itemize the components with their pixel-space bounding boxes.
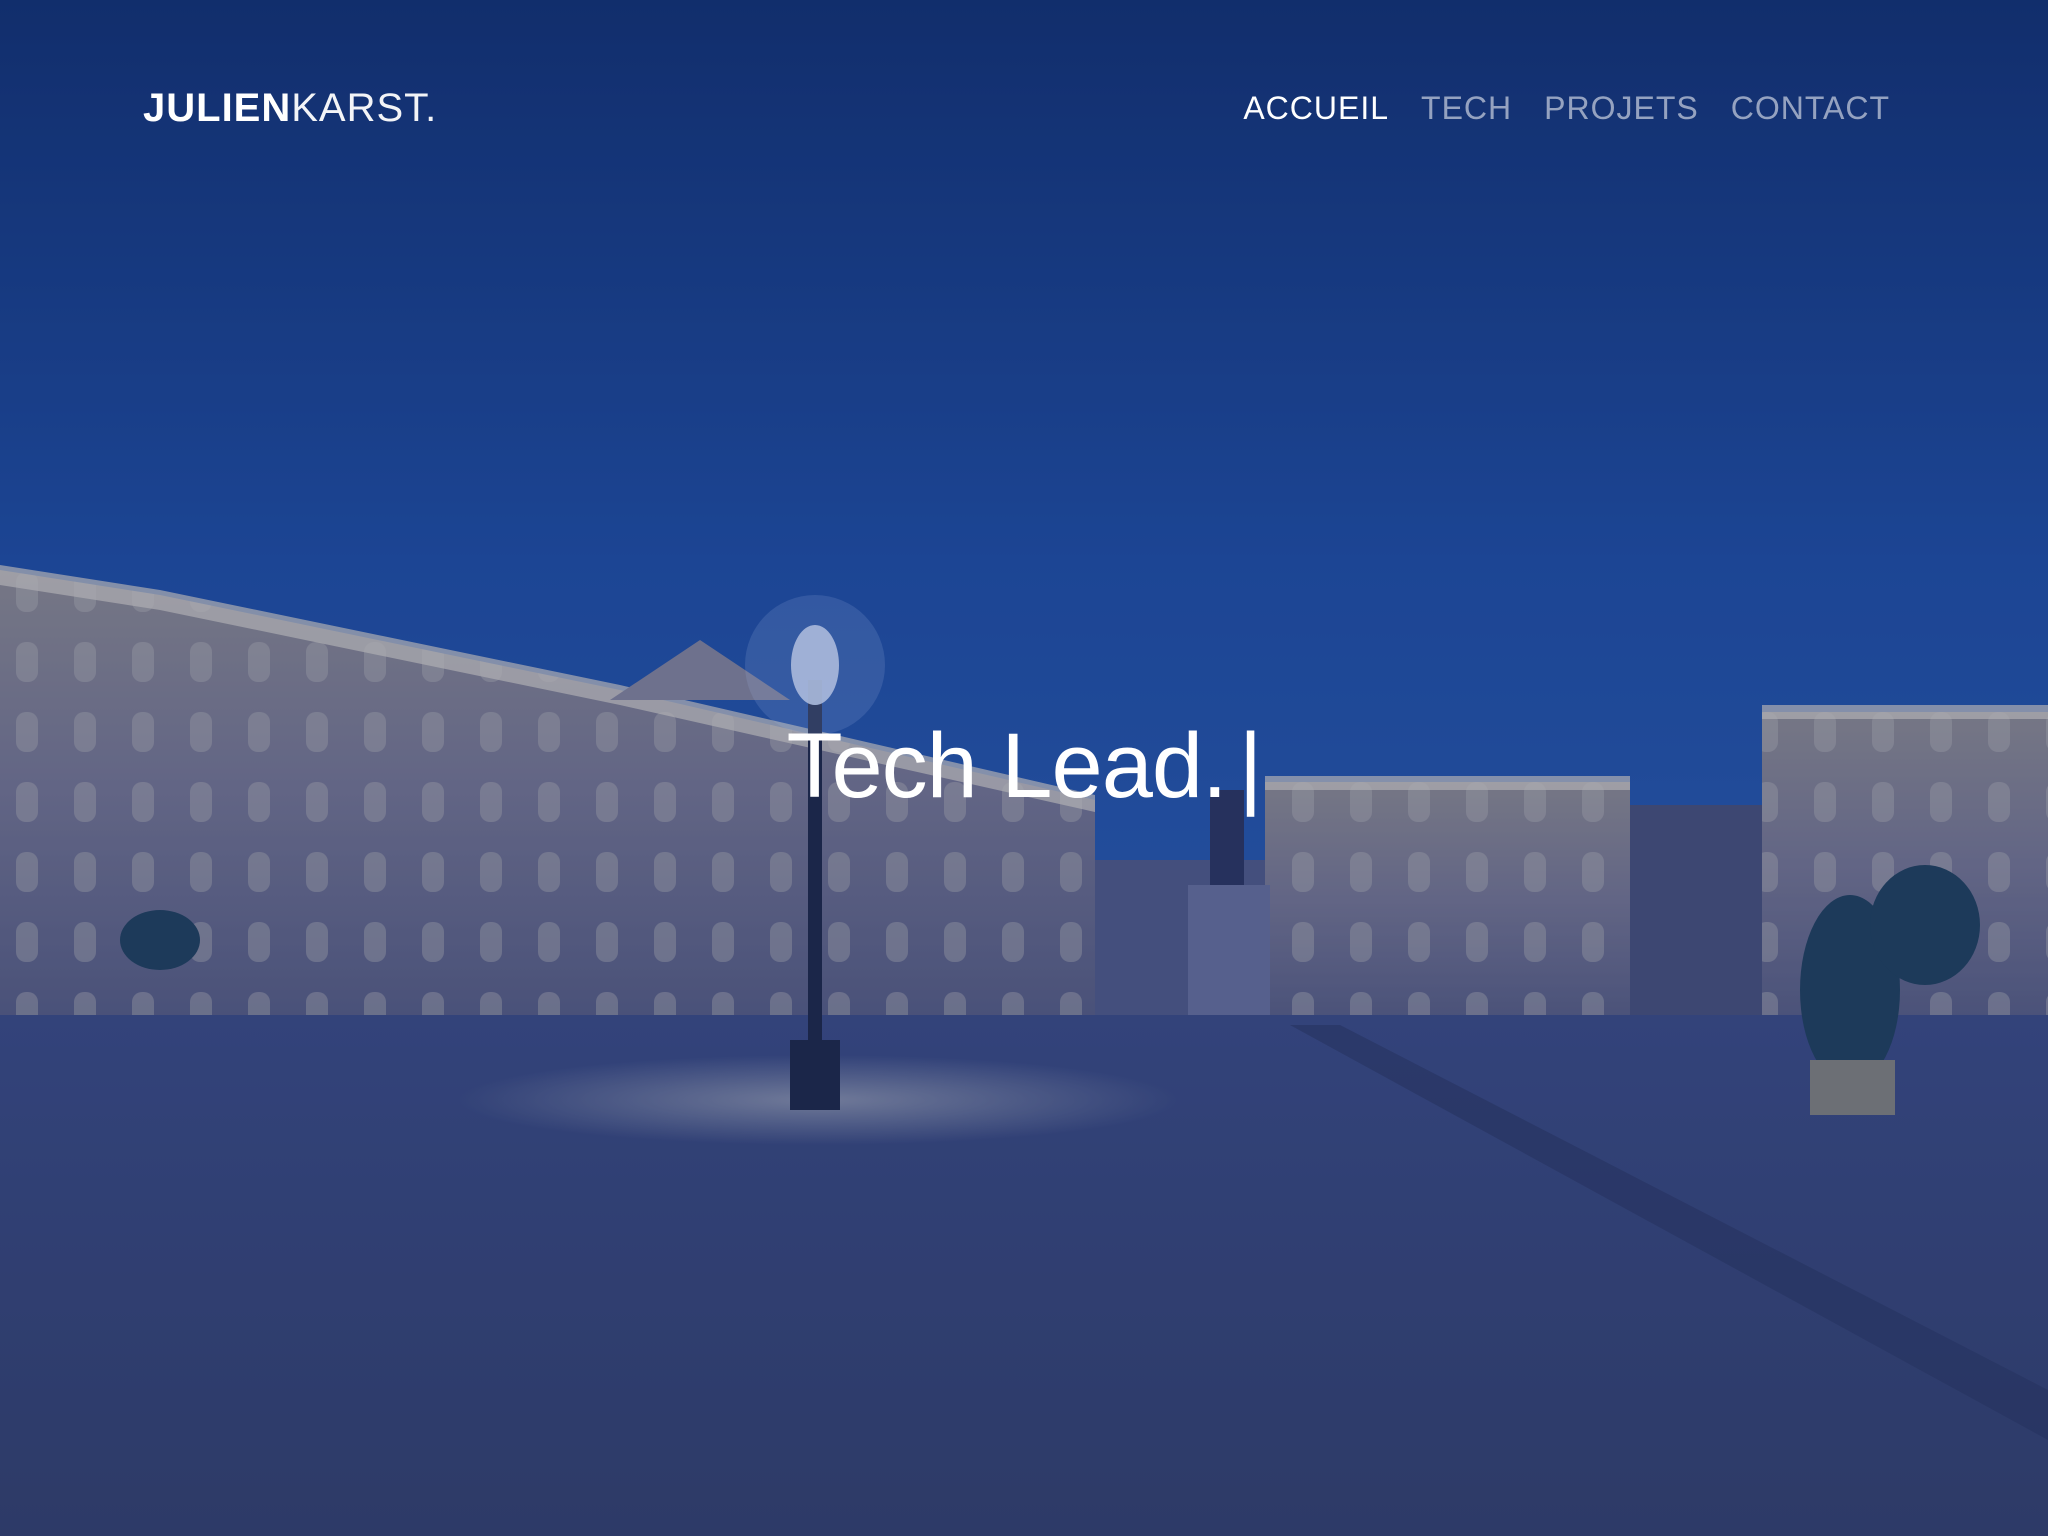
nav-item: TECH: [1421, 90, 1512, 127]
navbar: JULIENKARST. ACCUEIL TECH PROJETS CONTAC…: [0, 0, 2048, 220]
brand-last-name: KARST.: [291, 86, 438, 130]
nav-item: PROJETS: [1544, 90, 1699, 127]
hero-headline: Tech Lead. |: [0, 720, 2048, 812]
nav-link-tech[interactable]: TECH: [1421, 90, 1512, 127]
nav-link-projets[interactable]: PROJETS: [1544, 90, 1699, 127]
nav-item: CONTACT: [1731, 90, 1890, 127]
hero-typed-text: Tech Lead.: [786, 715, 1227, 817]
hero-section: JULIENKARST. ACCUEIL TECH PROJETS CONTAC…: [0, 0, 2048, 1536]
typing-cursor: |: [1238, 715, 1263, 817]
main-nav: ACCUEIL TECH PROJETS CONTACT: [1243, 90, 1890, 127]
nav-item: ACCUEIL: [1243, 90, 1389, 127]
nav-link-accueil[interactable]: ACCUEIL: [1243, 90, 1389, 127]
brand-first-name: JULIEN: [143, 86, 292, 130]
brand-logo[interactable]: JULIENKARST.: [143, 86, 437, 131]
nav-link-contact[interactable]: CONTACT: [1731, 90, 1890, 127]
